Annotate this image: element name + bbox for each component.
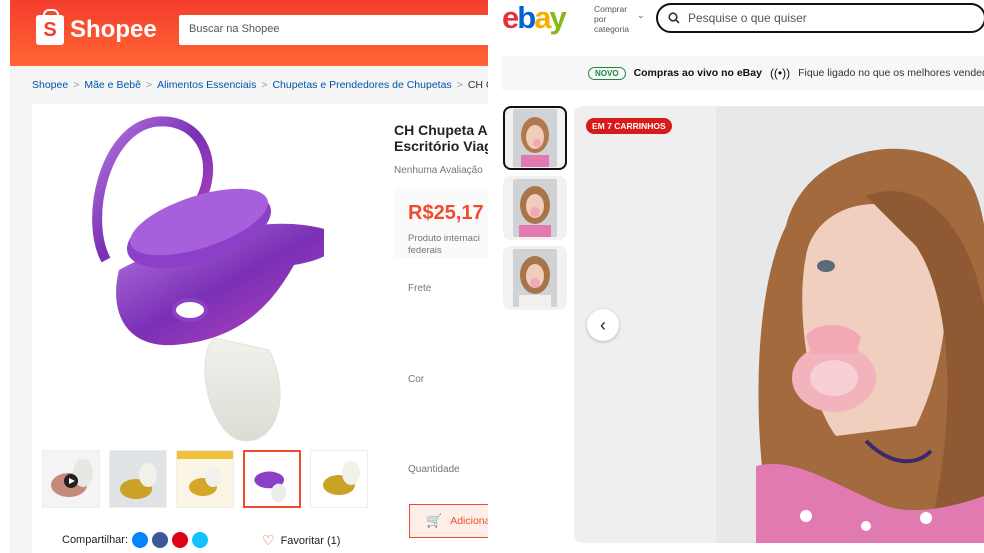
- chevron-right-icon: >: [145, 79, 153, 91]
- add-to-cart-button[interactable]: 🛒 Adicionar: [409, 504, 488, 538]
- cart-icon: 🛒: [426, 513, 443, 528]
- product-card: Compartilhar: ♡ Favoritar (1) CH Chupeta…: [32, 104, 488, 553]
- share-label: Compartilhar:: [62, 534, 129, 546]
- product-thumbnails: [42, 450, 368, 508]
- shopee-panel: Shopee Buscar na Shopee Shopee > Mãe e B…: [10, 0, 488, 553]
- thumbnail-gold-box[interactable]: [176, 450, 234, 508]
- pinterest-icon[interactable]: [172, 532, 189, 548]
- ebay-search-input[interactable]: Pesquise o que quiser: [656, 3, 984, 33]
- thumbnail-photo: [513, 249, 557, 307]
- thumbnail-purple[interactable]: [243, 450, 301, 508]
- price-box: R$25,17 Produto internaci federais: [394, 188, 488, 258]
- search-placeholder: Pesquise o que quiser: [688, 11, 807, 25]
- thumbnail-gold-2[interactable]: [310, 450, 368, 508]
- price: R$25,17: [408, 202, 484, 224]
- chevron-right-icon: >: [261, 79, 268, 91]
- thumbnail-photo: [513, 109, 557, 167]
- shopee-logo-text: Shopee: [70, 16, 157, 43]
- twitter-icon[interactable]: [192, 532, 209, 548]
- quantity-label: Quantidade: [408, 464, 460, 475]
- woman-with-pacifier-photo: [716, 106, 984, 543]
- ebay-logo-e: e: [502, 0, 519, 35]
- category-menu[interactable]: Comprar por categoria: [594, 4, 638, 34]
- ebay-logo-b: b: [517, 0, 536, 35]
- thumbnail-photo: [513, 179, 557, 237]
- chevron-down-icon[interactable]: ⌄: [637, 10, 645, 21]
- screenshot-composite: Shopee Buscar na Shopee Shopee > Mãe e B…: [0, 0, 984, 553]
- breadcrumb-chupetas[interactable]: Chupetas e Prendedores de Chupetas: [272, 79, 451, 91]
- image-gallery: EM 7 CARRINHOS ‹: [574, 106, 984, 543]
- breadcrumb-shopee[interactable]: Shopee: [32, 79, 68, 91]
- category-label: Comprar por categoria: [594, 4, 629, 34]
- pacifier-gold-icon: [110, 451, 166, 507]
- add-to-cart-label: Adicionar: [450, 515, 488, 527]
- chevron-right-icon: >: [456, 79, 463, 91]
- messenger-icon[interactable]: [132, 532, 149, 548]
- intl-note: Produto internaci federais: [408, 233, 480, 256]
- shopee-logo[interactable]: Shopee: [36, 9, 157, 45]
- live-shopping-banner[interactable]: NOVO Compras ao vivo no eBay ((•)) Fique…: [502, 56, 984, 90]
- search-icon: [668, 12, 680, 24]
- chevron-right-icon: >: [73, 79, 80, 91]
- rating-text: Nenhuma Avaliação: [394, 165, 483, 176]
- pacifier-purple-icon: [245, 452, 299, 506]
- product-title-line1: CH Chupeta A: [394, 122, 488, 138]
- product-main-photo[interactable]: [716, 106, 984, 543]
- image-thumbnails: [503, 106, 567, 310]
- shipping-label: Frete: [408, 283, 432, 294]
- breadcrumb-current: CH Chupeta Ad: [467, 79, 488, 91]
- banner-text: Fique ligado no que os melhores vendedo: [798, 67, 984, 79]
- ebay-panel: ebay Comprar por categoria ⌄ Pesquise o …: [494, 0, 984, 553]
- pacifier-gold-icon: [311, 451, 367, 507]
- shopee-bag-icon: [36, 9, 64, 45]
- thumbnail-1[interactable]: [503, 106, 567, 170]
- color-label: Cor: [408, 374, 425, 385]
- ebay-logo-y: y: [549, 0, 566, 35]
- breadcrumb-mae-bebe[interactable]: Mãe e Bebê: [84, 79, 141, 91]
- breadcrumb: Shopee > Mãe e Bebê > Alimentos Essencia…: [32, 79, 488, 91]
- pacifier-gold-icon: [177, 451, 233, 507]
- shopee-search-input[interactable]: Buscar na Shopee: [179, 15, 488, 45]
- product-main-image[interactable]: [44, 110, 324, 448]
- facebook-icon[interactable]: [152, 532, 169, 548]
- product-title: CH Chupeta A Escritório Viag: [394, 122, 488, 154]
- new-badge: NOVO: [588, 66, 626, 80]
- heart-icon: ♡: [262, 532, 275, 548]
- chevron-left-icon[interactable]: ‹: [587, 309, 619, 341]
- live-broadcast-icon: ((•)): [769, 66, 791, 80]
- share-row: Compartilhar:: [62, 532, 209, 548]
- thumbnail-gold[interactable]: [109, 450, 167, 508]
- ebay-logo[interactable]: ebay: [502, 0, 567, 36]
- ebay-logo-a: a: [534, 0, 551, 35]
- favorite-label: Favoritar (1): [280, 534, 341, 547]
- banner-title: Compras ao vivo no eBay: [633, 67, 762, 79]
- shopee-header: Shopee Buscar na Shopee: [10, 0, 488, 66]
- product-title-line2: Escritório Viag: [394, 138, 488, 154]
- in-carts-badge: EM 7 CARRINHOS: [586, 118, 672, 134]
- thumbnail-video[interactable]: [42, 450, 100, 508]
- pacifier-rose-icon: [43, 451, 99, 507]
- breadcrumb-alimentos[interactable]: Alimentos Essenciais: [157, 79, 256, 91]
- thumbnail-2[interactable]: [503, 176, 567, 240]
- thumbnail-3[interactable]: [503, 246, 567, 310]
- favorite-button[interactable]: ♡ Favoritar (1): [262, 532, 340, 549]
